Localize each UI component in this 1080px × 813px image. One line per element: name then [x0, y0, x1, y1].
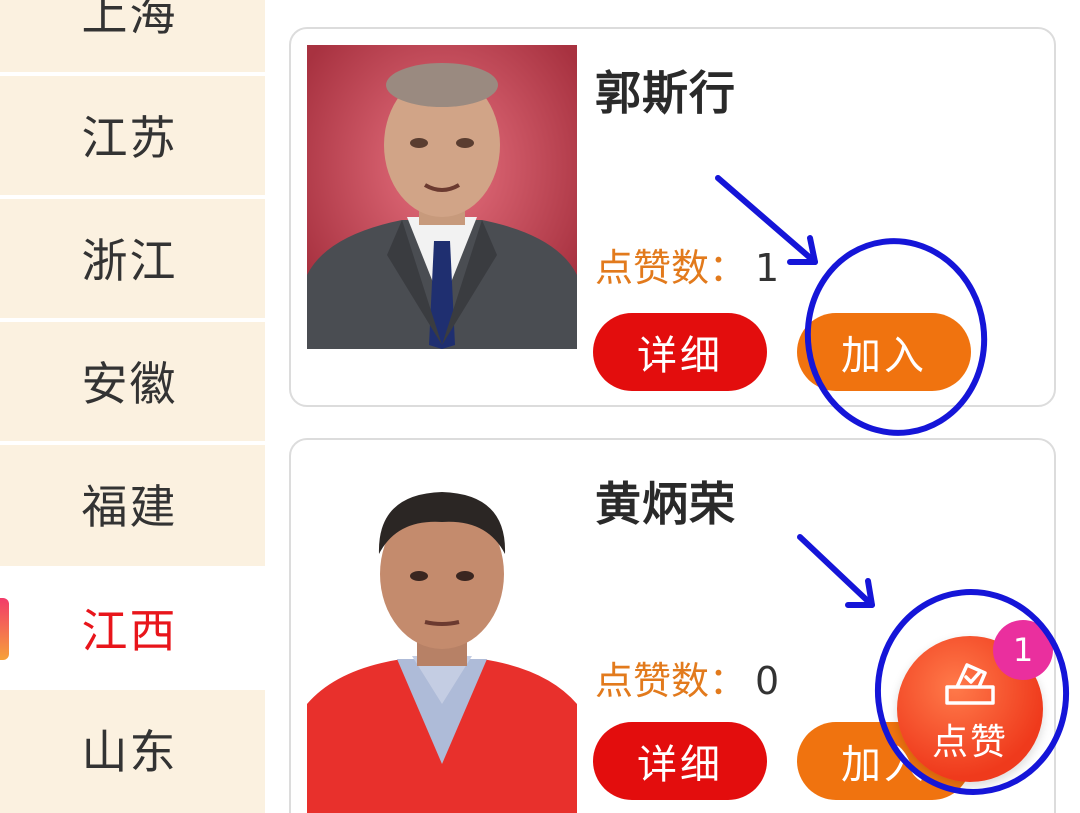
sidebar-item-label: 浙江	[81, 234, 178, 288]
candidate-photo	[307, 464, 577, 813]
province-sidebar: 上海 江苏 浙江 安徽 福建 江西 山东	[0, 0, 265, 813]
like-count-badge: 1	[993, 620, 1053, 680]
like-count-label: 点赞数：	[595, 246, 748, 290]
like-count-label: 点赞数：	[595, 659, 748, 703]
sidebar-item-fujian[interactable]: 福建	[0, 445, 265, 563]
sidebar-item-label: 上海	[81, 0, 178, 41]
candidate-name: 黄炳荣	[595, 477, 736, 531]
sidebar-item-shanghai[interactable]: 上海	[0, 0, 265, 70]
like-fab-label: 点赞	[931, 722, 1008, 763]
detail-button[interactable]: 详细	[593, 722, 767, 800]
candidate-name: 郭斯行	[595, 66, 736, 120]
sidebar-item-label: 江苏	[81, 111, 178, 165]
like-count-value: 1	[755, 246, 780, 290]
candidate-card: 郭斯行 点赞数： 1 详细 加入	[289, 27, 1056, 407]
join-button[interactable]: 加入	[797, 313, 971, 391]
sidebar-item-anhui[interactable]: 安徽	[0, 322, 265, 440]
sidebar-item-label: 江西	[81, 604, 178, 658]
sidebar-item-label: 山东	[81, 725, 178, 779]
like-count-value: 0	[755, 659, 780, 703]
sidebar-item-zhejiang[interactable]: 浙江	[0, 199, 265, 317]
sidebar-item-jiangxi[interactable]: 江西	[0, 566, 265, 690]
like-count: 点赞数： 0	[595, 650, 779, 705]
vote-box-icon	[941, 657, 999, 711]
like-count: 点赞数： 1	[595, 237, 779, 292]
detail-button[interactable]: 详细	[593, 313, 767, 391]
candidate-photo	[307, 45, 577, 349]
sidebar-item-label: 福建	[81, 480, 178, 534]
sidebar-item-label: 安徽	[81, 357, 178, 411]
active-indicator	[0, 598, 9, 660]
sidebar-item-shandong[interactable]: 山东	[0, 690, 265, 808]
sidebar-item-jiangsu[interactable]: 江苏	[0, 76, 265, 194]
